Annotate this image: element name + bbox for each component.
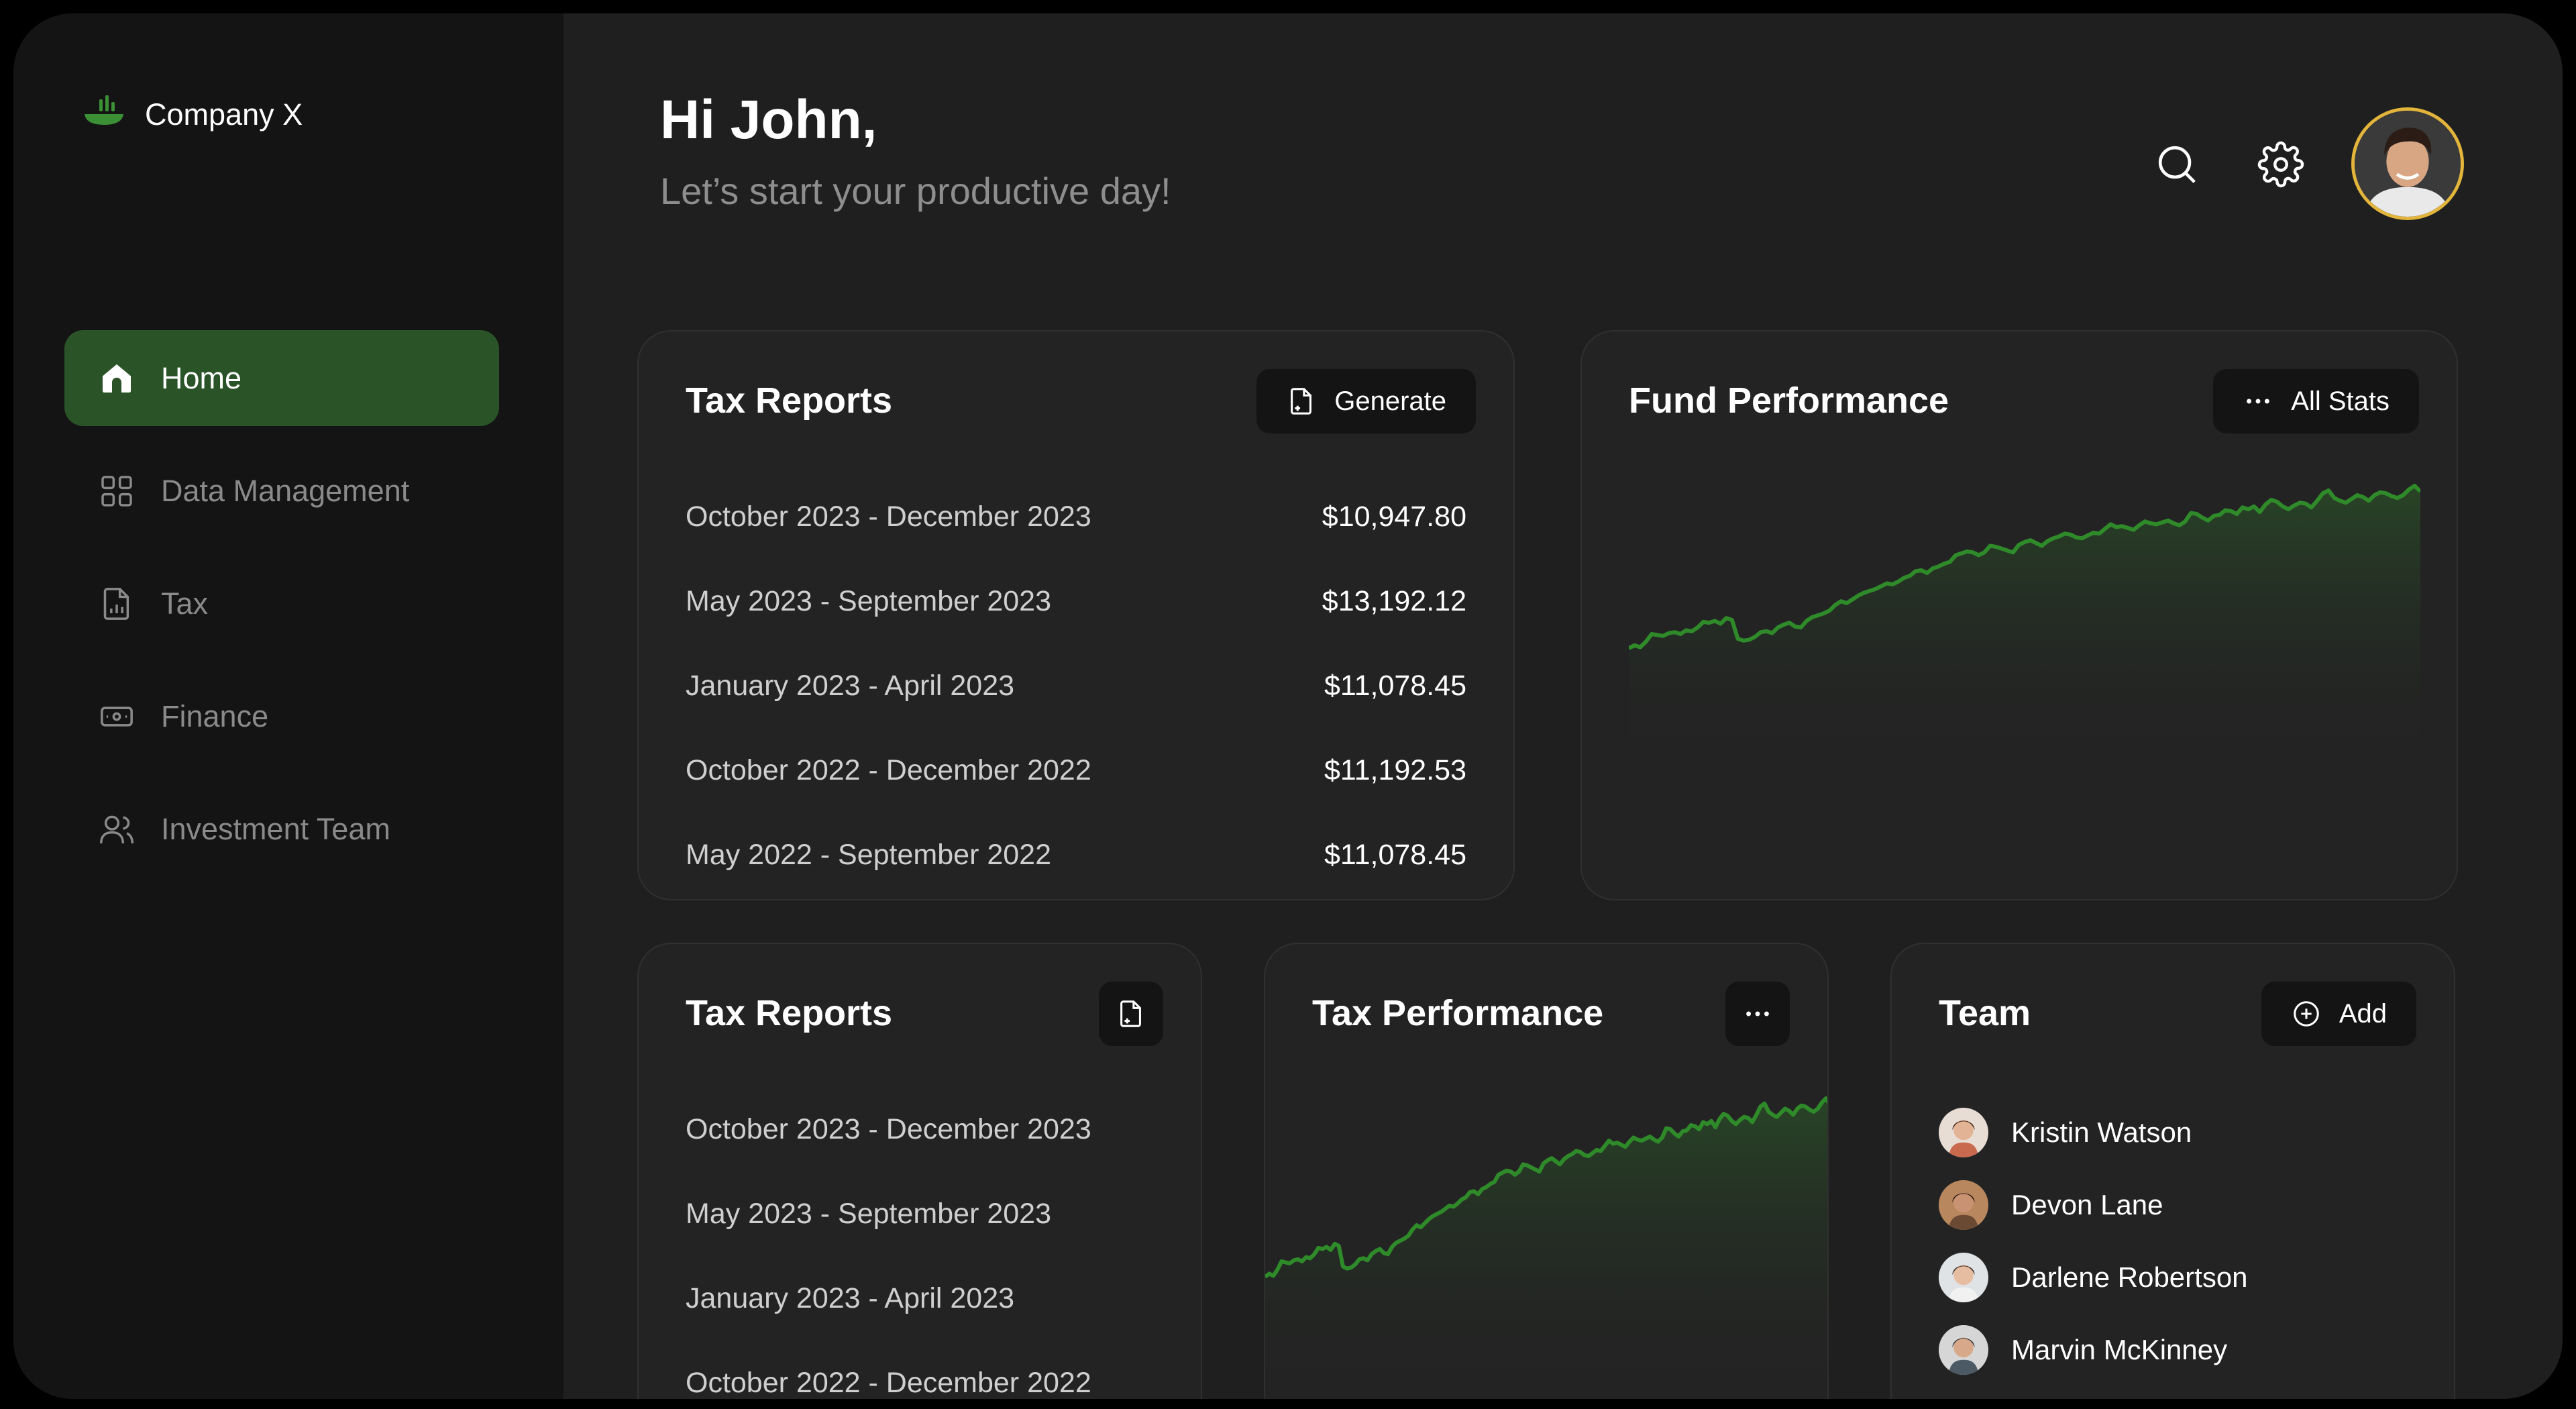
card-title: Team [1939,993,2031,1033]
add-label: Add [2339,998,2387,1029]
chart-area-fill [1265,1098,1827,1399]
sidebar-item-home[interactable]: Home [64,330,499,426]
app-window: Company X Home Data Management Tax Finan… [13,13,2563,1399]
amount: $11,078.45 [1324,839,1466,871]
member-name: Kristin Watson [2011,1116,2192,1148]
add-member-button[interactable]: Add [2261,982,2416,1046]
card-title: Fund Performance [1629,380,1949,421]
banknote-icon [101,706,133,727]
brand-name: Company X [145,97,303,132]
avatar [1939,1108,1988,1157]
generate-button[interactable]: Generate [1256,369,1476,433]
avatar [1939,1253,1988,1302]
more-horizontal-icon [2247,399,2270,404]
gear-icon[interactable] [2257,141,2304,188]
list-item[interactable]: Devon Lane [1939,1180,2163,1230]
period: October 2022 - December 2022 [686,754,1091,786]
fund-performance-card: Fund Performance All Stats [1580,330,2458,900]
period: October 2022 - December 2022 [686,1367,1091,1399]
user-avatar[interactable] [2351,107,2464,220]
sidebar-item-data-management[interactable]: Data Management [64,443,499,539]
more-horizontal-icon [1746,1011,1769,1016]
table-row[interactable]: May 2023 - September 2023 [686,1198,1154,1231]
users-icon [99,815,134,843]
team-card: Team Add Kristin Watson Devon Lane Darle… [1890,943,2455,1399]
period: October 2023 - December 2023 [686,1113,1091,1145]
file-plus-icon [1120,1000,1141,1027]
sidebar-item-label: Data Management [161,473,410,508]
sidebar: Company X Home Data Management Tax Finan… [13,13,564,1399]
generate-report-button[interactable] [1099,982,1163,1046]
plus-circle-icon [2294,1001,2319,1027]
list-item[interactable]: Marvin McKinney [1939,1325,2227,1375]
fund-performance-chart [1629,484,2420,761]
logo-icon [85,95,123,125]
period: January 2023 - April 2023 [686,670,1015,702]
table-row[interactable]: October 2023 - December 2023 $10,947.80 [686,501,1466,533]
amount: $11,078.45 [1324,670,1466,702]
sidebar-item-label: Home [161,360,242,395]
card-title: Tax Reports [686,993,893,1033]
sidebar-item-label: Tax [161,586,209,621]
list-item[interactable]: Darlene Robertson [1939,1253,2248,1302]
table-row[interactable]: January 2023 - April 2023 $11,078.45 [686,670,1466,702]
card-title: Tax Performance [1312,993,1604,1033]
more-options-button[interactable] [1725,982,1790,1046]
member-name: Marvin McKinney [2011,1334,2228,1365]
tax-reports-small-card: Tax Reports October 2023 - December 2023… [637,943,1202,1399]
table-row[interactable]: October 2022 - December 2022 $11,192.53 [686,754,1466,787]
period: May 2022 - September 2022 [686,839,1051,871]
search-icon[interactable] [2153,141,2200,188]
greeting: Hi John, [660,89,877,150]
table-row[interactable]: May 2022 - September 2022 $11,078.45 [686,839,1466,872]
amount: $10,947.80 [1322,501,1466,533]
tax-reports-card: Tax Reports Generate October 2023 - Dece… [637,330,1515,900]
sidebar-item-label: Finance [161,698,269,733]
member-name: Darlene Robertson [2011,1261,2248,1293]
period: May 2023 - September 2023 [686,585,1051,617]
document-chart-icon [103,587,129,620]
sidebar-item-finance[interactable]: Finance [64,668,499,764]
grid-icon [101,475,132,507]
list-item[interactable]: Kristin Watson [1939,1108,2192,1157]
table-row[interactable]: January 2023 - April 2023 [686,1282,1154,1315]
avatar-portrait [2355,111,2461,217]
sidebar-item-tax[interactable]: Tax [64,556,499,651]
period: October 2023 - December 2023 [686,501,1091,533]
sidebar-item-label: Investment Team [161,811,390,846]
home-icon [103,364,131,393]
period: May 2023 - September 2023 [686,1198,1051,1230]
card-title: Tax Reports [686,380,893,421]
tax-performance-card: Tax Performance [1264,943,1829,1399]
avatar [1939,1180,1988,1230]
all-stats-label: All Stats [2291,386,2390,416]
sidebar-item-investment-team[interactable]: Investment Team [64,781,499,877]
member-name: Devon Lane [2011,1189,2163,1220]
table-row[interactable]: October 2023 - December 2023 [686,1113,1154,1146]
tax-performance-chart [1265,1096,1827,1399]
amount: $11,192.53 [1324,754,1466,786]
chart-area-fill [1629,486,2420,761]
amount: $13,192.12 [1322,585,1466,617]
file-plus-icon [1291,388,1312,415]
table-row[interactable]: May 2023 - September 2023 $13,192.12 [686,585,1466,618]
table-row[interactable]: October 2022 - December 2022 [686,1367,1154,1399]
all-stats-button[interactable]: All Stats [2213,369,2419,433]
generate-label: Generate [1334,386,1446,416]
avatar [1939,1325,1988,1375]
period: January 2023 - April 2023 [686,1282,1015,1314]
brand[interactable]: Company X [82,93,303,137]
greeting-subtitle: Let’s start your productive day! [660,170,1171,212]
